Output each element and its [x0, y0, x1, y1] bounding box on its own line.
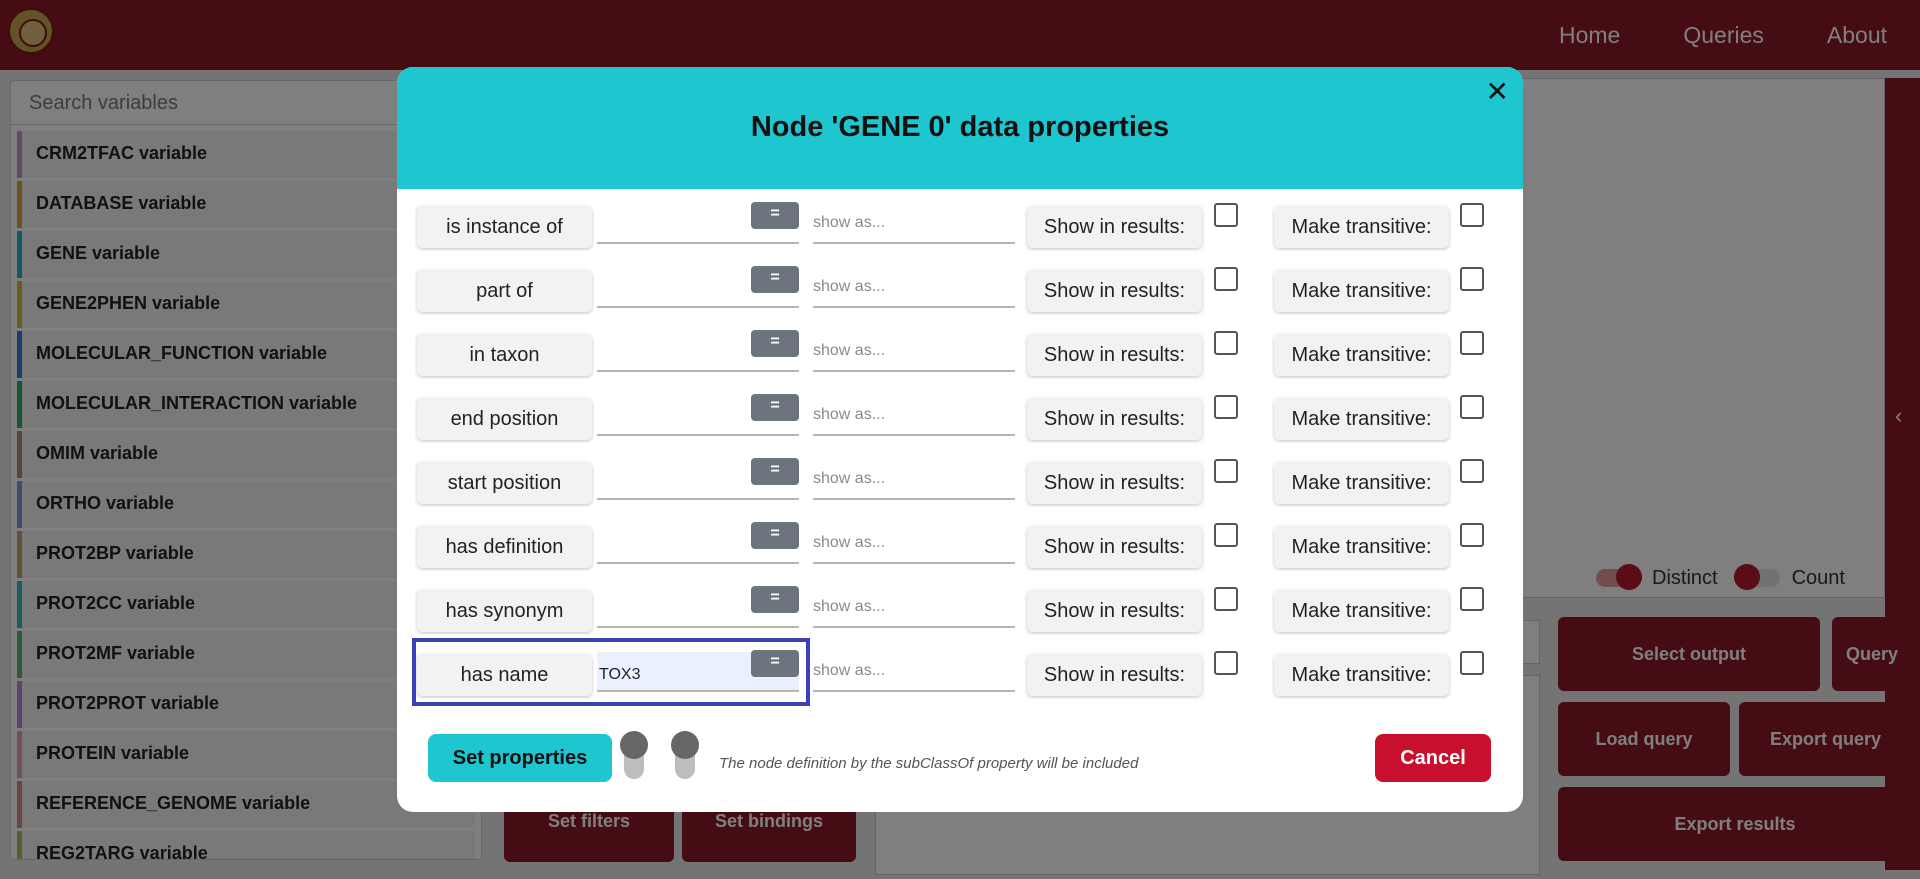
make-transitive-label: Make transitive: [1274, 462, 1449, 504]
show-in-results-checkbox[interactable] [1214, 331, 1238, 355]
property-row: start position = show as... Show in results… [417, 458, 1507, 510]
show-in-results-checkbox[interactable] [1214, 587, 1238, 611]
make-transitive-checkbox[interactable] [1460, 395, 1484, 419]
make-transitive-label: Make transitive: [1274, 206, 1449, 248]
make-transitive-checkbox[interactable] [1460, 331, 1484, 355]
show-in-results-checkbox[interactable] [1214, 395, 1238, 419]
property-row: has name TOX3 = show as... Show in results: M… [417, 650, 1507, 702]
close-icon[interactable]: ✕ [1486, 75, 1509, 108]
property-label: has definition [417, 526, 592, 568]
property-row: in taxon = show as... Show in results: Make … [417, 330, 1507, 382]
make-transitive-label: Make transitive: [1274, 334, 1449, 376]
property-label: start position [417, 462, 592, 504]
show-as-input[interactable]: show as... [813, 652, 1015, 692]
operator-button[interactable]: = [751, 586, 799, 613]
show-as-input[interactable]: show as... [813, 332, 1015, 372]
subclassof-note: The node definition by the subClassOf pr… [719, 755, 1139, 772]
show-in-results-label: Show in results: [1027, 654, 1202, 696]
show-in-results-label: Show in results: [1027, 462, 1202, 504]
make-transitive-label: Make transitive: [1274, 398, 1449, 440]
property-row: has synonym = show as... Show in results: Ma… [417, 586, 1507, 638]
operator-button[interactable]: = [751, 202, 799, 229]
show-as-input[interactable]: show as... [813, 588, 1015, 628]
property-label: end position [417, 398, 592, 440]
make-transitive-checkbox[interactable] [1460, 651, 1484, 675]
make-transitive-checkbox[interactable] [1460, 523, 1484, 547]
show-as-input[interactable]: show as... [813, 204, 1015, 244]
show-in-results-label: Show in results: [1027, 590, 1202, 632]
modal-title: Node 'GENE 0' data properties [750, 111, 1170, 143]
data-properties-modal: Node 'GENE 0' data properties ✕ is insta… [397, 67, 1523, 812]
property-switch-1[interactable] [620, 731, 648, 779]
make-transitive-checkbox[interactable] [1460, 459, 1484, 483]
operator-button[interactable]: = [751, 522, 799, 549]
operator-button[interactable]: = [751, 458, 799, 485]
set-properties-button[interactable]: Set properties [428, 734, 612, 782]
show-as-input[interactable]: show as... [813, 396, 1015, 436]
cancel-button[interactable]: Cancel [1375, 734, 1491, 782]
show-in-results-checkbox[interactable] [1214, 459, 1238, 483]
show-in-results-label: Show in results: [1027, 334, 1202, 376]
operator-button[interactable]: = [751, 394, 799, 421]
operator-button[interactable]: = [751, 650, 799, 677]
make-transitive-label: Make transitive: [1274, 526, 1449, 568]
make-transitive-checkbox[interactable] [1460, 587, 1484, 611]
show-in-results-checkbox[interactable] [1214, 523, 1238, 547]
property-row: is instance of = show as... Show in results… [417, 202, 1507, 254]
property-label: is instance of [417, 206, 592, 248]
show-in-results-label: Show in results: [1027, 270, 1202, 312]
show-in-results-label: Show in results: [1027, 206, 1202, 248]
property-label: part of [417, 270, 592, 312]
operator-button[interactable]: = [751, 266, 799, 293]
make-transitive-checkbox[interactable] [1460, 267, 1484, 291]
show-in-results-label: Show in results: [1027, 526, 1202, 568]
property-label: has name [417, 654, 592, 696]
make-transitive-label: Make transitive: [1274, 654, 1449, 696]
make-transitive-label: Make transitive: [1274, 590, 1449, 632]
show-in-results-label: Show in results: [1027, 398, 1202, 440]
show-as-input[interactable]: show as... [813, 268, 1015, 308]
show-in-results-checkbox[interactable] [1214, 203, 1238, 227]
show-in-results-checkbox[interactable] [1214, 651, 1238, 675]
modal-header: Node 'GENE 0' data properties ✕ [397, 67, 1523, 189]
operator-button[interactable]: = [751, 330, 799, 357]
property-switch-2[interactable] [671, 731, 699, 779]
show-in-results-checkbox[interactable] [1214, 267, 1238, 291]
show-as-input[interactable]: show as... [813, 524, 1015, 564]
property-row: part of = show as... Show in results: Make t… [417, 266, 1507, 318]
property-label: in taxon [417, 334, 592, 376]
property-label: has synonym [417, 590, 592, 632]
make-transitive-label: Make transitive: [1274, 270, 1449, 312]
make-transitive-checkbox[interactable] [1460, 203, 1484, 227]
property-row: end position = show as... Show in results: M… [417, 394, 1507, 446]
show-as-input[interactable]: show as... [813, 460, 1015, 500]
property-row: has definition = show as... Show in results… [417, 522, 1507, 574]
